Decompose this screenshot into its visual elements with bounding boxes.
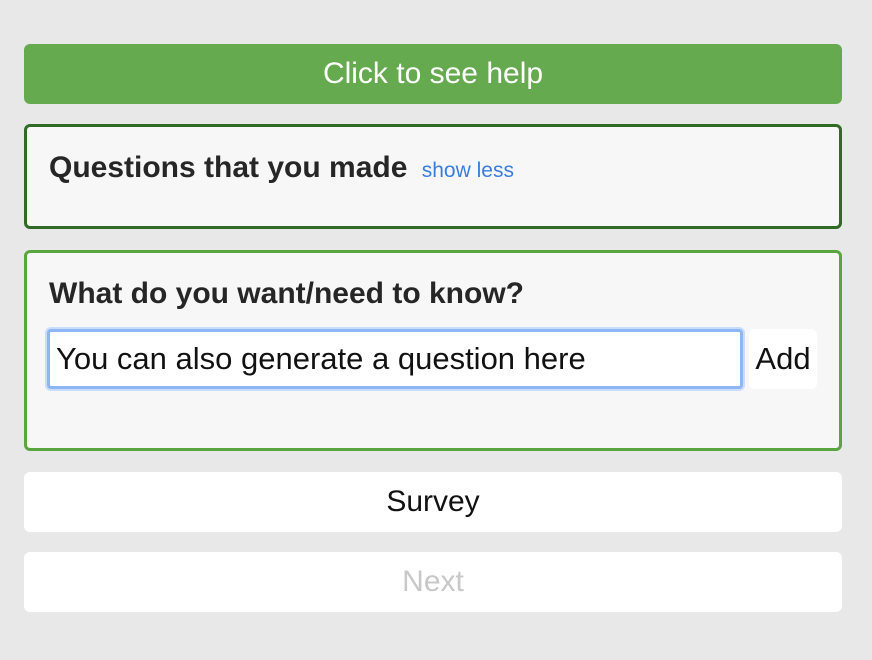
ask-question-panel: What do you want/need to know? Add <box>24 250 842 451</box>
question-input[interactable] <box>47 329 743 389</box>
questions-made-heading-row: Questions that you made show less <box>49 151 514 185</box>
help-button[interactable]: Click to see help <box>24 44 842 104</box>
survey-button[interactable]: Survey <box>24 472 842 532</box>
show-less-link[interactable]: show less <box>422 159 514 182</box>
questions-made-panel: Questions that you made show less <box>24 124 842 229</box>
next-button[interactable]: Next <box>24 552 842 612</box>
questions-made-heading: Questions that you made <box>49 151 408 184</box>
ask-question-heading: What do you want/need to know? <box>49 277 524 310</box>
add-question-button[interactable]: Add <box>749 329 817 389</box>
